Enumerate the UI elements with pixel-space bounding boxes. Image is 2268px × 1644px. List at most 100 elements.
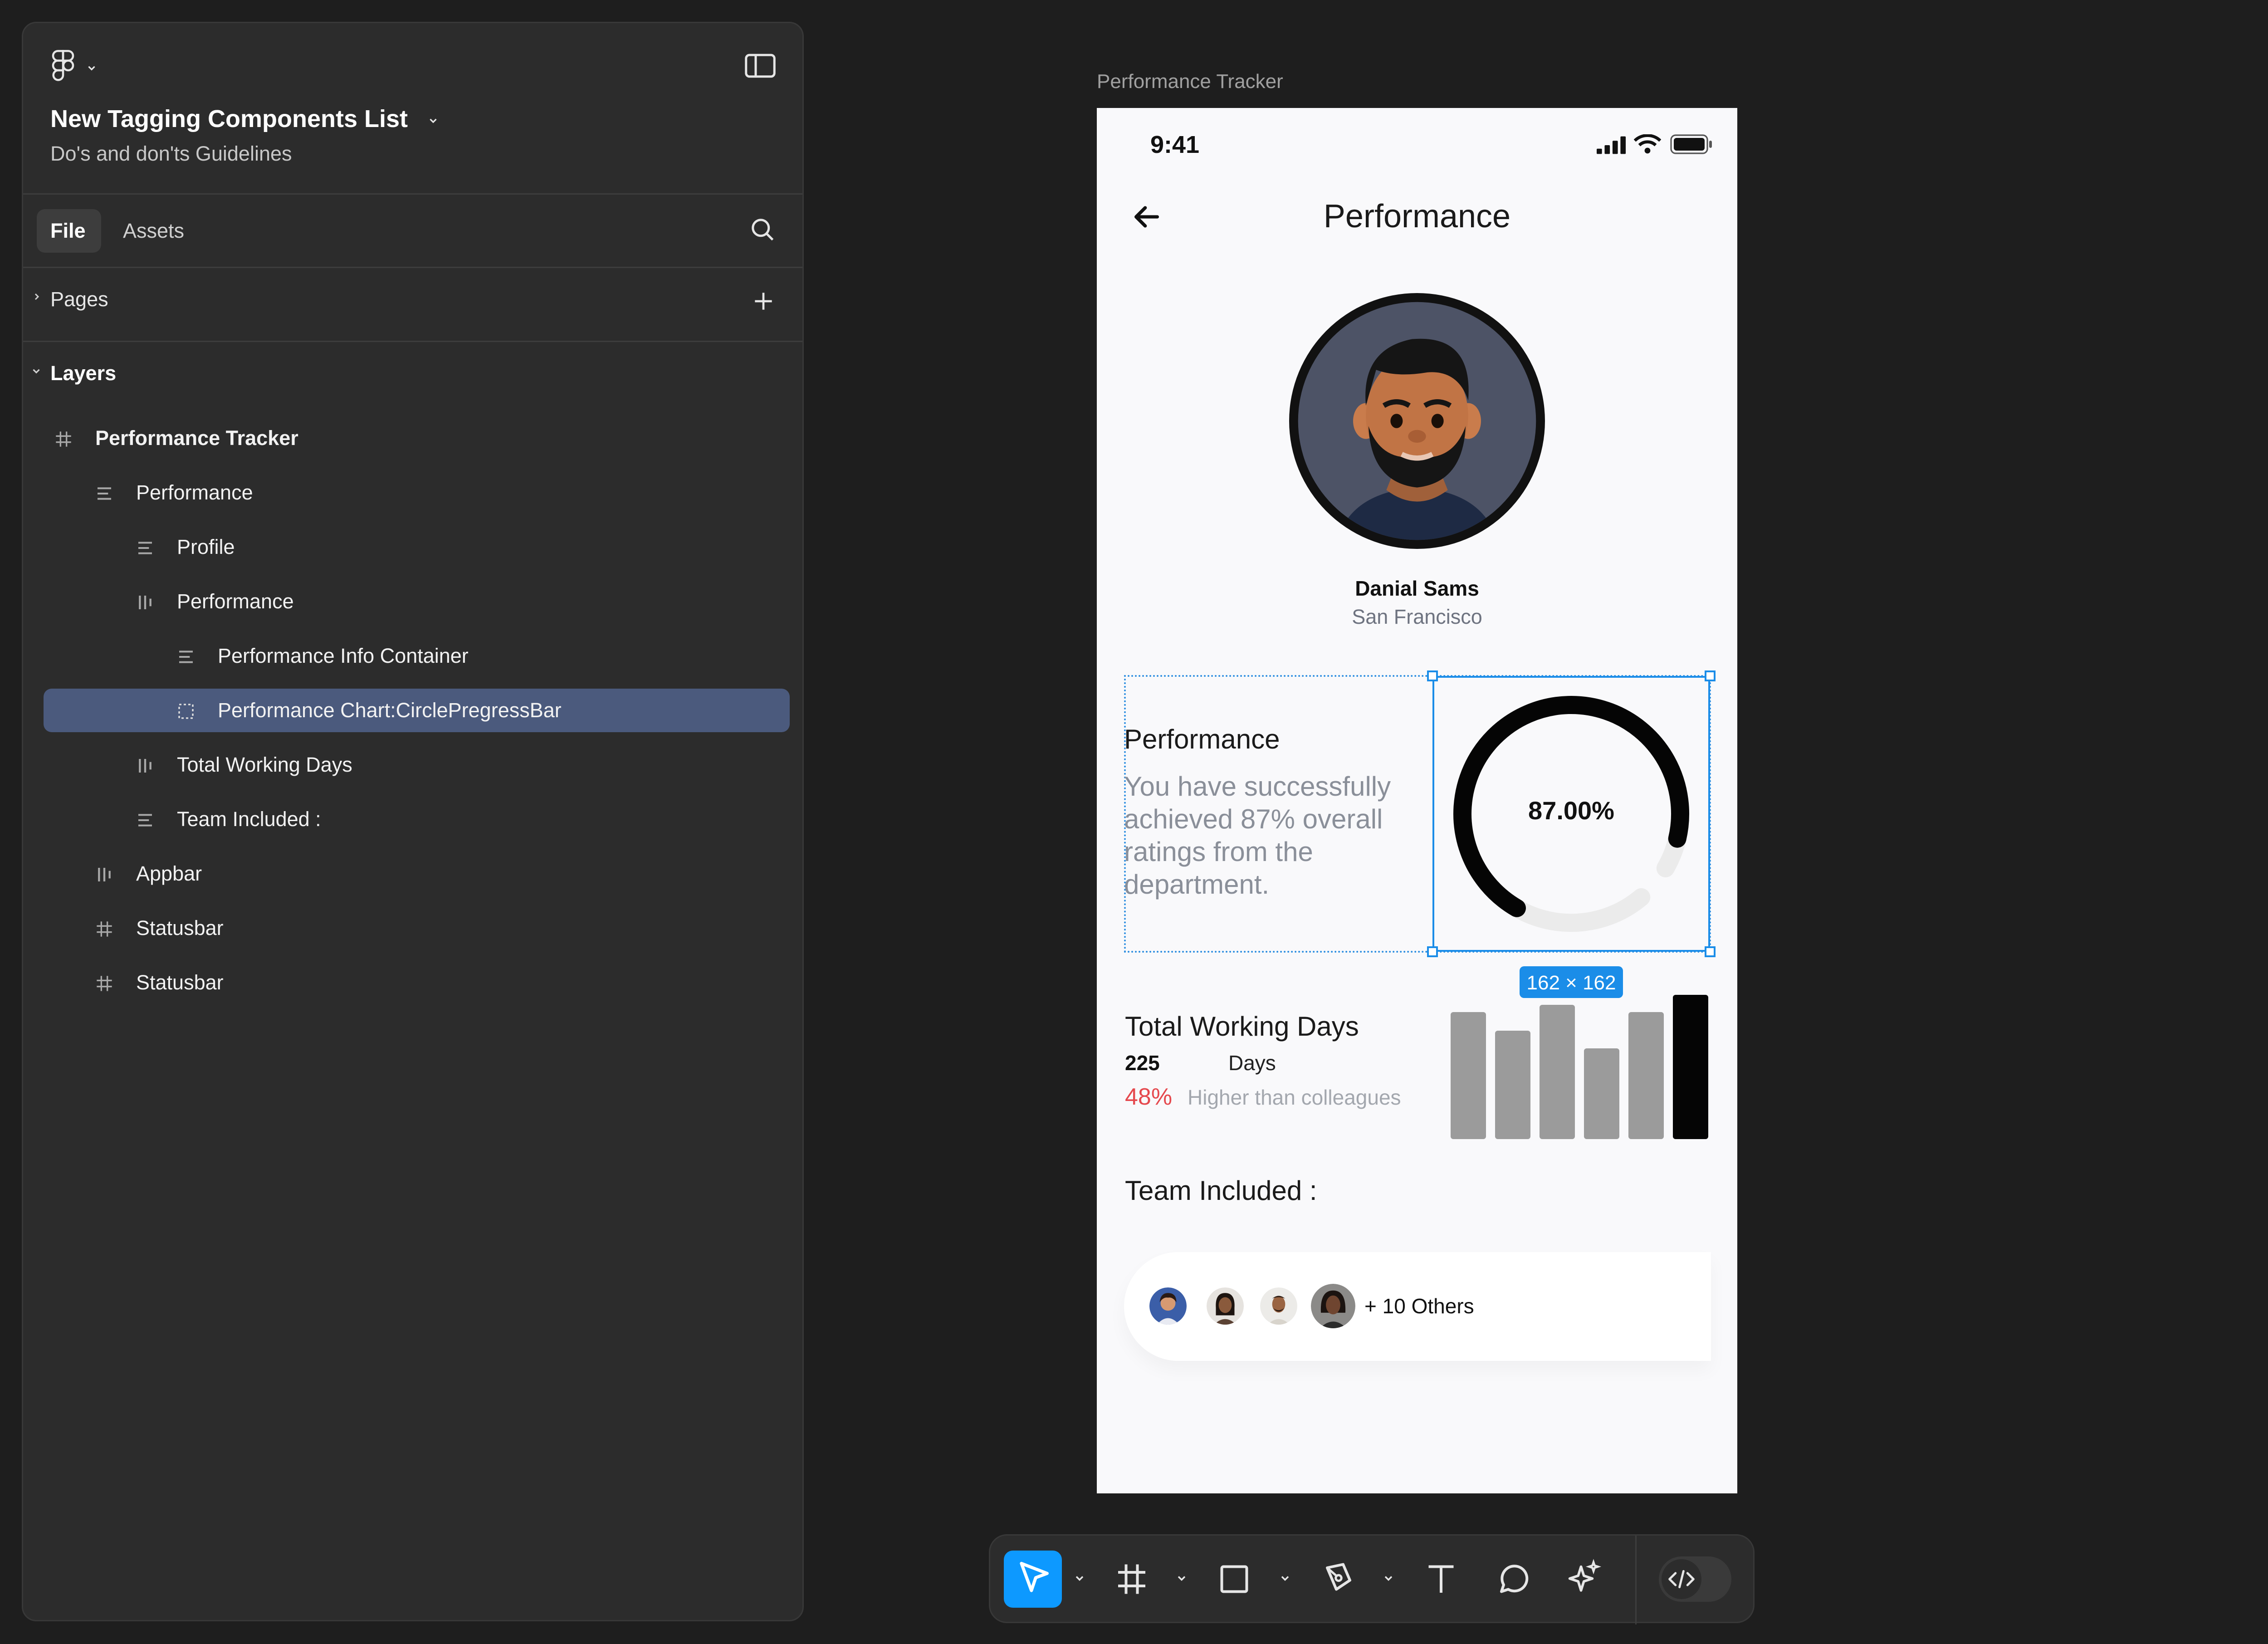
selection-size-badge: 162 × 162 [1520,966,1623,998]
text-icon [1428,1565,1454,1593]
text-align-icon [179,651,193,663]
sparkle-icon [1568,1559,1602,1592]
selection-size-text: 162 × 162 [1526,972,1616,994]
working-days-bar [1673,995,1708,1139]
working-days-bar [1540,1005,1575,1139]
chevron-down-icon[interactable] [1073,1572,1086,1585]
code-icon [1668,1570,1695,1589]
column-layout-icon [139,759,152,773]
chevron-down-icon[interactable] [1279,1572,1291,1585]
working-days-bar [1451,1012,1486,1139]
working-days-bar-chart [1451,995,1711,1139]
layer-label: Total Working Days [177,753,352,776]
working-days-bar [1584,1048,1619,1139]
layer-row[interactable]: Performance [44,471,790,514]
layer-label: Appbar [136,862,202,885]
pen-tool-button[interactable] [1316,1551,1361,1608]
performance-description: You have successfully achieved 87% overa… [1124,771,1391,900]
rectangle-tool-button[interactable] [1212,1551,1257,1608]
frame-icon [97,976,112,991]
layer-label: Statusbar [136,971,224,994]
person-avatar-image [1298,302,1536,540]
text-tool-button[interactable] [1418,1551,1464,1608]
layer-row[interactable]: Profile [44,525,790,569]
resize-handle-top-right[interactable] [1705,670,1716,681]
layer-label: Performance Tracker [95,426,298,450]
cursor-arrow-icon [1020,1561,1049,1592]
team-others-count: + 10 Others [1364,1294,1474,1318]
rectangle-icon [1220,1565,1248,1593]
layer-row[interactable]: Performance Chart:CirclePregressBar [44,689,790,732]
text-align-icon [98,487,111,500]
layer-label: Performance Info Container [218,644,469,667]
comment-tool-button[interactable] [1490,1551,1535,1608]
layer-label: Statusbar [136,916,224,939]
team-title: Team Included : [1125,1175,1317,1206]
working-days-count: 225 [1125,1051,1160,1075]
dev-mode-toggle[interactable] [1659,1556,1731,1602]
profile-name: Danial Sams [1355,577,1479,600]
layer-label: Performance Chart:CirclePregressBar [218,699,562,722]
layer-row[interactable]: Statusbar [44,906,790,950]
dashed-frame-icon [178,704,194,719]
chevron-down-icon[interactable] [1382,1572,1395,1585]
working-days-bar [1495,1031,1530,1139]
comparison-text: Higher than colleagues [1188,1086,1401,1109]
performance-chart-circle-progress-bar[interactable]: 87.00% [1432,676,1710,952]
frame-icon [97,921,112,937]
resize-handle-bottom-left[interactable] [1427,946,1438,957]
layer-row[interactable]: Performance [44,580,790,623]
team-avatar [1311,1284,1355,1328]
frame-icon [1118,1564,1145,1594]
layer-label: Performance [177,590,294,613]
frame-icon [56,431,71,447]
dev-mode-knob [1662,1559,1701,1599]
chevron-down-icon[interactable] [1175,1572,1188,1585]
text-align-icon [138,814,152,827]
layers-tree: Performance Tracker Performance Profile Per… [23,23,802,1620]
layer-label: Team Included : [177,807,321,831]
performance-card-title: Performance [1124,724,1280,754]
appbar-title: Performance [1323,198,1511,235]
layer-row[interactable]: Appbar [44,852,790,895]
profile-location: San Francisco [1352,605,1482,628]
ai-tools-button[interactable] [1562,1551,1607,1608]
wifi-icon [1634,134,1661,154]
working-days-bar [1628,1012,1664,1139]
layer-row[interactable]: Total Working Days [44,743,790,787]
layer-row[interactable]: Statusbar [44,961,790,1004]
layers-panel: New Tagging Components List Do's and don… [22,22,804,1621]
person-icon [1149,1287,1187,1325]
frame-tool-button[interactable] [1109,1551,1154,1608]
person-icon [1260,1287,1297,1325]
layer-row[interactable]: Performance Info Container [44,634,790,678]
layer-row[interactable]: Performance Tracker [44,416,790,460]
status-time: 9:41 [1150,131,1200,158]
team-members-card[interactable]: + 10 Others [1124,1252,1711,1361]
pen-icon [1326,1563,1351,1591]
progress-percent-label: 87.00% [1528,796,1614,825]
column-layout-icon [139,596,152,609]
frame-label[interactable]: Performance Tracker [1097,70,1283,93]
team-avatar [1260,1287,1297,1325]
comment-bubble-icon [1500,1565,1529,1593]
layer-row[interactable]: Team Included : [44,798,790,841]
person-icon [1311,1284,1355,1328]
resize-handle-top-left[interactable] [1427,670,1438,681]
layer-label: Profile [177,535,235,558]
profile-avatar [1289,293,1545,549]
battery-icon [1670,134,1712,154]
column-layout-icon [98,868,111,881]
resize-handle-bottom-right[interactable] [1705,946,1716,957]
performance-tracker-frame[interactable]: 9:41 Performance Danial Sams San Francis… [1097,108,1737,1493]
cellular-signal-icon [1597,136,1626,154]
move-tool-button[interactable] [1004,1551,1062,1608]
working-days-title: Total Working Days [1125,1011,1359,1042]
working-days-unit: Days [1228,1051,1276,1075]
bottom-toolbar [989,1534,1755,1624]
team-avatar [1207,1287,1244,1325]
text-align-icon [138,542,152,554]
layer-label: Performance [136,481,253,504]
team-avatar [1149,1287,1187,1325]
person-icon [1207,1287,1244,1325]
